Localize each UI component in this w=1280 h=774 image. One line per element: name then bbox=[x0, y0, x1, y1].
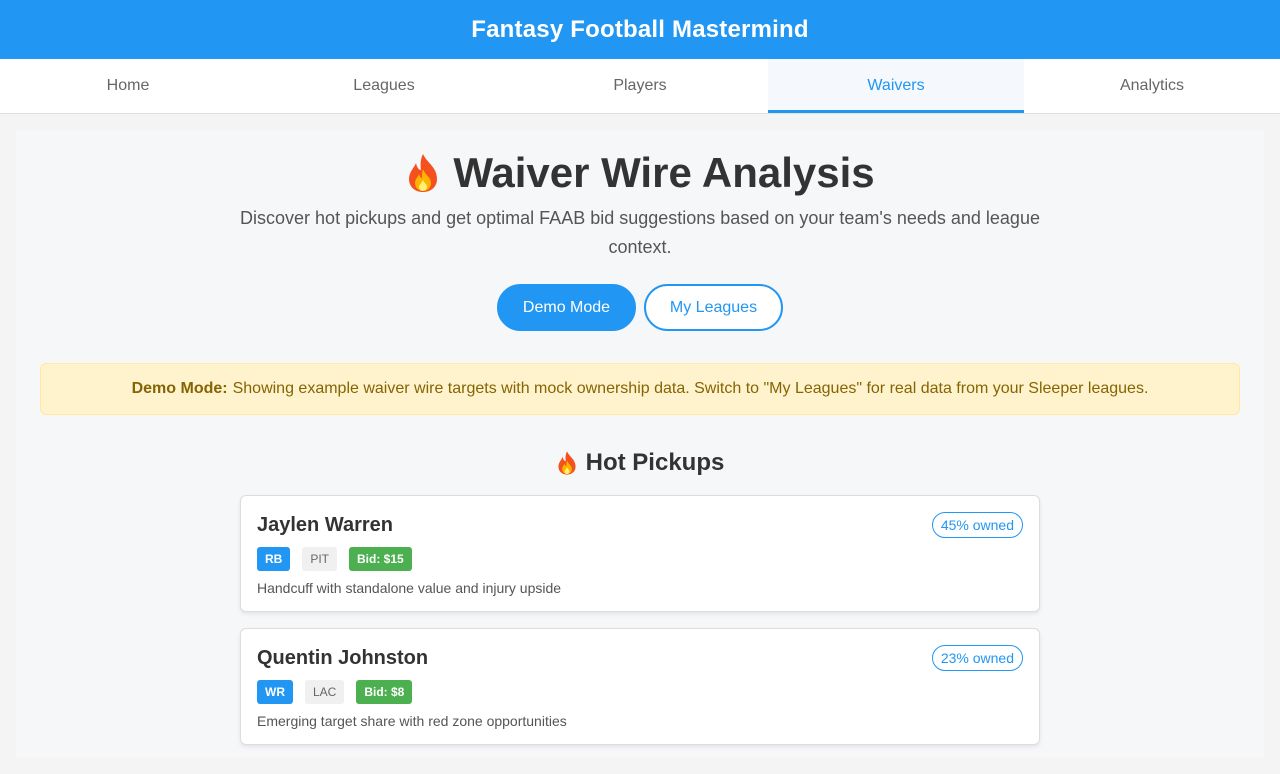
page-subtitle: Discover hot pickups and get optimal FAA… bbox=[240, 208, 1040, 257]
demo-notice: Demo Mode: Showing example waiver wire t… bbox=[40, 363, 1240, 415]
player-name: Jaylen Warren bbox=[257, 514, 393, 536]
player-card[interactable]: Jaylen Warren 45% owned RB PIT Bid: $15 … bbox=[240, 495, 1040, 612]
player-card[interactable]: Quentin Johnston 23% owned WR LAC Bid: $… bbox=[240, 628, 1040, 745]
pickup-list: Jaylen Warren 45% owned RB PIT Bid: $15 … bbox=[240, 495, 1040, 745]
demo-mode-button[interactable]: Demo Mode bbox=[497, 284, 636, 331]
team-tag: LAC bbox=[305, 680, 345, 704]
main-nav: Home Leagues Players Waivers Analytics bbox=[0, 59, 1280, 114]
tab-leagues[interactable]: Leagues bbox=[256, 59, 512, 113]
app-title: Fantasy Football Mastermind bbox=[471, 15, 809, 43]
player-note: Emerging target share with red zone oppo… bbox=[257, 713, 567, 729]
position-tag: WR bbox=[257, 680, 293, 704]
ownership-badge: 45% owned bbox=[931, 512, 1023, 538]
my-leagues-button[interactable]: My Leagues bbox=[644, 284, 783, 331]
mode-switch: Demo Mode My Leagues bbox=[16, 284, 1264, 331]
tab-home[interactable]: Home bbox=[0, 59, 256, 113]
tab-analytics[interactable]: Analytics bbox=[1024, 59, 1280, 113]
bid-tag: Bid: $8 bbox=[356, 680, 413, 704]
bid-tag: Bid: $15 bbox=[349, 547, 412, 571]
page-title-text: Waiver Wire Analysis bbox=[453, 149, 875, 196]
app-header: Fantasy Football Mastermind bbox=[0, 0, 1280, 59]
player-name: Quentin Johnston bbox=[257, 647, 429, 669]
player-tags: WR LAC Bid: $8 bbox=[257, 680, 1023, 704]
ownership-badge: 23% owned bbox=[931, 645, 1023, 671]
hot-pickups-title: Hot Pickups bbox=[16, 448, 1264, 478]
waiver-panel: Waiver Wire Analysis Discover hot pickup… bbox=[16, 130, 1264, 758]
team-tag: PIT bbox=[302, 547, 338, 571]
tab-players[interactable]: Players bbox=[512, 59, 768, 113]
section-title-text: Hot Pickups bbox=[585, 449, 725, 476]
player-note: Handcuff with standalone value and injur… bbox=[257, 580, 562, 596]
fire-icon bbox=[558, 451, 576, 475]
notice-text: Showing example waiver wire targets with… bbox=[232, 380, 1149, 397]
fire-icon bbox=[409, 154, 438, 192]
position-tag: RB bbox=[257, 547, 291, 571]
notice-label: Demo Mode: bbox=[131, 380, 228, 397]
player-tags: RB PIT Bid: $15 bbox=[257, 547, 1023, 571]
page-title: Waiver Wire Analysis bbox=[16, 149, 1264, 197]
tab-waivers[interactable]: Waivers bbox=[768, 59, 1024, 113]
